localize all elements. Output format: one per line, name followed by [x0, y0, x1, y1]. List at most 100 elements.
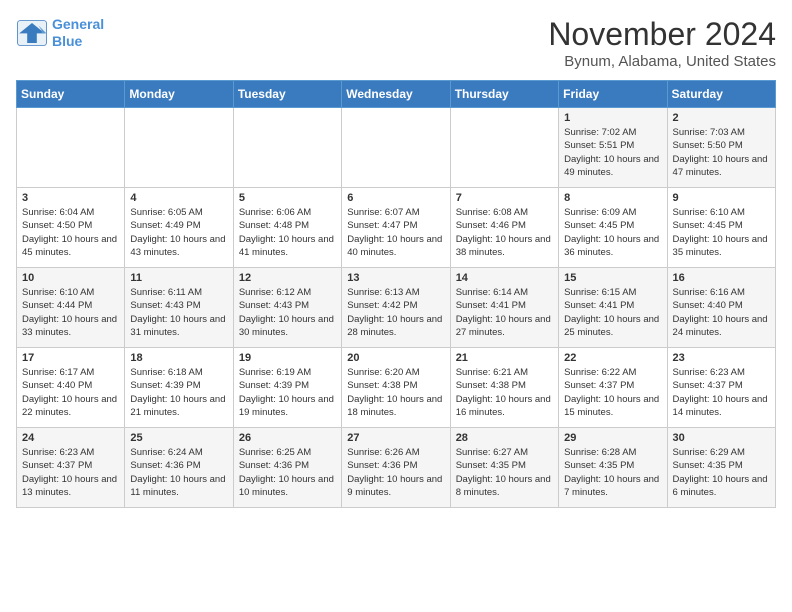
day-number: 9 — [673, 192, 770, 204]
logo-icon — [16, 19, 48, 47]
day-number: 16 — [673, 272, 770, 284]
day-number: 28 — [456, 432, 553, 444]
calendar-week-3: 17 Sunrise: 6:17 AM Sunset: 4:40 PM Dayli… — [17, 348, 776, 428]
calendar-cell: 9 Sunrise: 6:10 AM Sunset: 4:45 PM Daylig… — [667, 188, 775, 268]
day-info: Sunrise: 6:06 AM Sunset: 4:48 PM Dayligh… — [239, 206, 336, 259]
calendar-cell: 26Sunrise: 6:25 AM Sunset: 4:36 PM Dayli… — [233, 428, 341, 508]
day-info: Sunrise: 6:22 AM Sunset: 4:37 PM Dayligh… — [564, 366, 661, 419]
calendar-cell: 6 Sunrise: 6:07 AM Sunset: 4:47 PM Daylig… — [342, 188, 450, 268]
calendar-cell: 18Sunrise: 6:18 AM Sunset: 4:39 PM Dayli… — [125, 348, 233, 428]
day-number: 1 — [564, 112, 661, 124]
calendar-cell — [17, 108, 125, 188]
day-info: Sunrise: 6:26 AM Sunset: 4:36 PM Dayligh… — [347, 446, 444, 499]
day-number: 3 — [22, 192, 119, 204]
day-info: Sunrise: 6:23 AM Sunset: 4:37 PM Dayligh… — [22, 446, 119, 499]
day-info: Sunrise: 6:05 AM Sunset: 4:49 PM Dayligh… — [130, 206, 227, 259]
calendar-cell: 15 Sunrise: 6:15 AM Sunset: 4:41 PM Dayli… — [559, 268, 667, 348]
day-info: Sunrise: 6:21 AM Sunset: 4:38 PM Dayligh… — [456, 366, 553, 419]
day-info: Sunrise: 6:28 AM Sunset: 4:35 PM Dayligh… — [564, 446, 661, 499]
calendar-cell: 1 Sunrise: 7:02 AM Sunset: 5:51 PM Daylig… — [559, 108, 667, 188]
day-number: 18 — [130, 352, 227, 364]
day-info: Sunrise: 7:03 AM Sunset: 5:50 PM Dayligh… — [673, 126, 770, 179]
calendar-cell: 28 Sunrise: 6:27 AM Sunset: 4:35 PM Dayli… — [450, 428, 558, 508]
day-number: 11 — [130, 272, 227, 284]
day-number: 13 — [347, 272, 444, 284]
day-info: Sunrise: 6:11 AM Sunset: 4:43 PM Dayligh… — [130, 286, 227, 339]
day-number: 2 — [673, 112, 770, 124]
calendar-cell — [342, 108, 450, 188]
calendar-cell: 29 Sunrise: 6:28 AM Sunset: 4:35 PM Dayli… — [559, 428, 667, 508]
calendar-cell — [450, 108, 558, 188]
day-number: 25 — [130, 432, 227, 444]
calendar-cell: 22 Sunrise: 6:22 AM Sunset: 4:37 PM Dayli… — [559, 348, 667, 428]
day-number: 24 — [22, 432, 119, 444]
day-info: Sunrise: 6:15 AM Sunset: 4:41 PM Dayligh… — [564, 286, 661, 339]
day-info: Sunrise: 6:09 AM Sunset: 4:45 PM Dayligh… — [564, 206, 661, 259]
calendar-cell: 7 Sunrise: 6:08 AM Sunset: 4:46 PM Daylig… — [450, 188, 558, 268]
day-info: Sunrise: 6:12 AM Sunset: 4:43 PM Dayligh… — [239, 286, 336, 339]
calendar-week-2: 10Sunrise: 6:10 AM Sunset: 4:44 PM Dayli… — [17, 268, 776, 348]
day-number: 26 — [239, 432, 336, 444]
day-info: Sunrise: 6:08 AM Sunset: 4:46 PM Dayligh… — [456, 206, 553, 259]
day-number: 21 — [456, 352, 553, 364]
calendar-cell: 16Sunrise: 6:16 AM Sunset: 4:40 PM Dayli… — [667, 268, 775, 348]
day-number: 4 — [130, 192, 227, 204]
day-number: 23 — [673, 352, 770, 364]
day-number: 19 — [239, 352, 336, 364]
calendar-cell: 12 Sunrise: 6:12 AM Sunset: 4:43 PM Dayli… — [233, 268, 341, 348]
day-info: Sunrise: 6:27 AM Sunset: 4:35 PM Dayligh… — [456, 446, 553, 499]
day-number: 20 — [347, 352, 444, 364]
calendar-cell: 13Sunrise: 6:13 AM Sunset: 4:42 PM Dayli… — [342, 268, 450, 348]
page-header: General Blue November 2024 Bynum, Alabam… — [16, 16, 776, 70]
day-number: 6 — [347, 192, 444, 204]
day-header-tuesday: Tuesday — [233, 81, 341, 108]
day-number: 5 — [239, 192, 336, 204]
calendar-cell: 17 Sunrise: 6:17 AM Sunset: 4:40 PM Dayli… — [17, 348, 125, 428]
month-title: November 2024 — [548, 16, 776, 53]
day-number: 17 — [22, 352, 119, 364]
calendar-cell: 27Sunrise: 6:26 AM Sunset: 4:36 PM Dayli… — [342, 428, 450, 508]
day-info: Sunrise: 6:20 AM Sunset: 4:38 PM Dayligh… — [347, 366, 444, 419]
day-header-monday: Monday — [125, 81, 233, 108]
calendar-cell: 24 Sunrise: 6:23 AM Sunset: 4:37 PM Dayli… — [17, 428, 125, 508]
calendar-week-4: 24 Sunrise: 6:23 AM Sunset: 4:37 PM Dayli… — [17, 428, 776, 508]
calendar-cell: 23 Sunrise: 6:23 AM Sunset: 4:37 PM Dayli… — [667, 348, 775, 428]
day-info: Sunrise: 6:10 AM Sunset: 4:45 PM Dayligh… — [673, 206, 770, 259]
day-number: 7 — [456, 192, 553, 204]
day-info: Sunrise: 6:29 AM Sunset: 4:35 PM Dayligh… — [673, 446, 770, 499]
calendar-cell — [125, 108, 233, 188]
calendar-week-0: 1 Sunrise: 7:02 AM Sunset: 5:51 PM Daylig… — [17, 108, 776, 188]
calendar-cell: 10Sunrise: 6:10 AM Sunset: 4:44 PM Dayli… — [17, 268, 125, 348]
day-info: Sunrise: 7:02 AM Sunset: 5:51 PM Dayligh… — [564, 126, 661, 179]
day-number: 15 — [564, 272, 661, 284]
logo: General Blue — [16, 16, 104, 50]
calendar-header: SundayMondayTuesdayWednesdayThursdayFrid… — [17, 81, 776, 108]
day-header-wednesday: Wednesday — [342, 81, 450, 108]
day-info: Sunrise: 6:17 AM Sunset: 4:40 PM Dayligh… — [22, 366, 119, 419]
day-number: 10 — [22, 272, 119, 284]
day-info: Sunrise: 6:04 AM Sunset: 4:50 PM Dayligh… — [22, 206, 119, 259]
day-info: Sunrise: 6:19 AM Sunset: 4:39 PM Dayligh… — [239, 366, 336, 419]
day-number: 29 — [564, 432, 661, 444]
calendar-cell: 5 Sunrise: 6:06 AM Sunset: 4:48 PM Daylig… — [233, 188, 341, 268]
day-number: 22 — [564, 352, 661, 364]
day-info: Sunrise: 6:07 AM Sunset: 4:47 PM Dayligh… — [347, 206, 444, 259]
calendar-cell: 30Sunrise: 6:29 AM Sunset: 4:35 PM Dayli… — [667, 428, 775, 508]
title-block: November 2024 Bynum, Alabama, United Sta… — [548, 16, 776, 70]
calendar-cell: 25Sunrise: 6:24 AM Sunset: 4:36 PM Dayli… — [125, 428, 233, 508]
day-number: 14 — [456, 272, 553, 284]
calendar-cell: 14 Sunrise: 6:14 AM Sunset: 4:41 PM Dayli… — [450, 268, 558, 348]
day-header-friday: Friday — [559, 81, 667, 108]
calendar-cell: 3 Sunrise: 6:04 AM Sunset: 4:50 PM Daylig… — [17, 188, 125, 268]
day-info: Sunrise: 6:23 AM Sunset: 4:37 PM Dayligh… — [673, 366, 770, 419]
day-number: 12 — [239, 272, 336, 284]
calendar-cell: 8Sunrise: 6:09 AM Sunset: 4:45 PM Daylig… — [559, 188, 667, 268]
calendar-cell — [233, 108, 341, 188]
calendar-table: SundayMondayTuesdayWednesdayThursdayFrid… — [16, 80, 776, 508]
day-header-saturday: Saturday — [667, 81, 775, 108]
calendar-cell: 21 Sunrise: 6:21 AM Sunset: 4:38 PM Dayli… — [450, 348, 558, 428]
calendar-cell: 2 Sunrise: 7:03 AM Sunset: 5:50 PM Daylig… — [667, 108, 775, 188]
day-header-sunday: Sunday — [17, 81, 125, 108]
day-info: Sunrise: 6:14 AM Sunset: 4:41 PM Dayligh… — [456, 286, 553, 339]
day-header-row: SundayMondayTuesdayWednesdayThursdayFrid… — [17, 81, 776, 108]
